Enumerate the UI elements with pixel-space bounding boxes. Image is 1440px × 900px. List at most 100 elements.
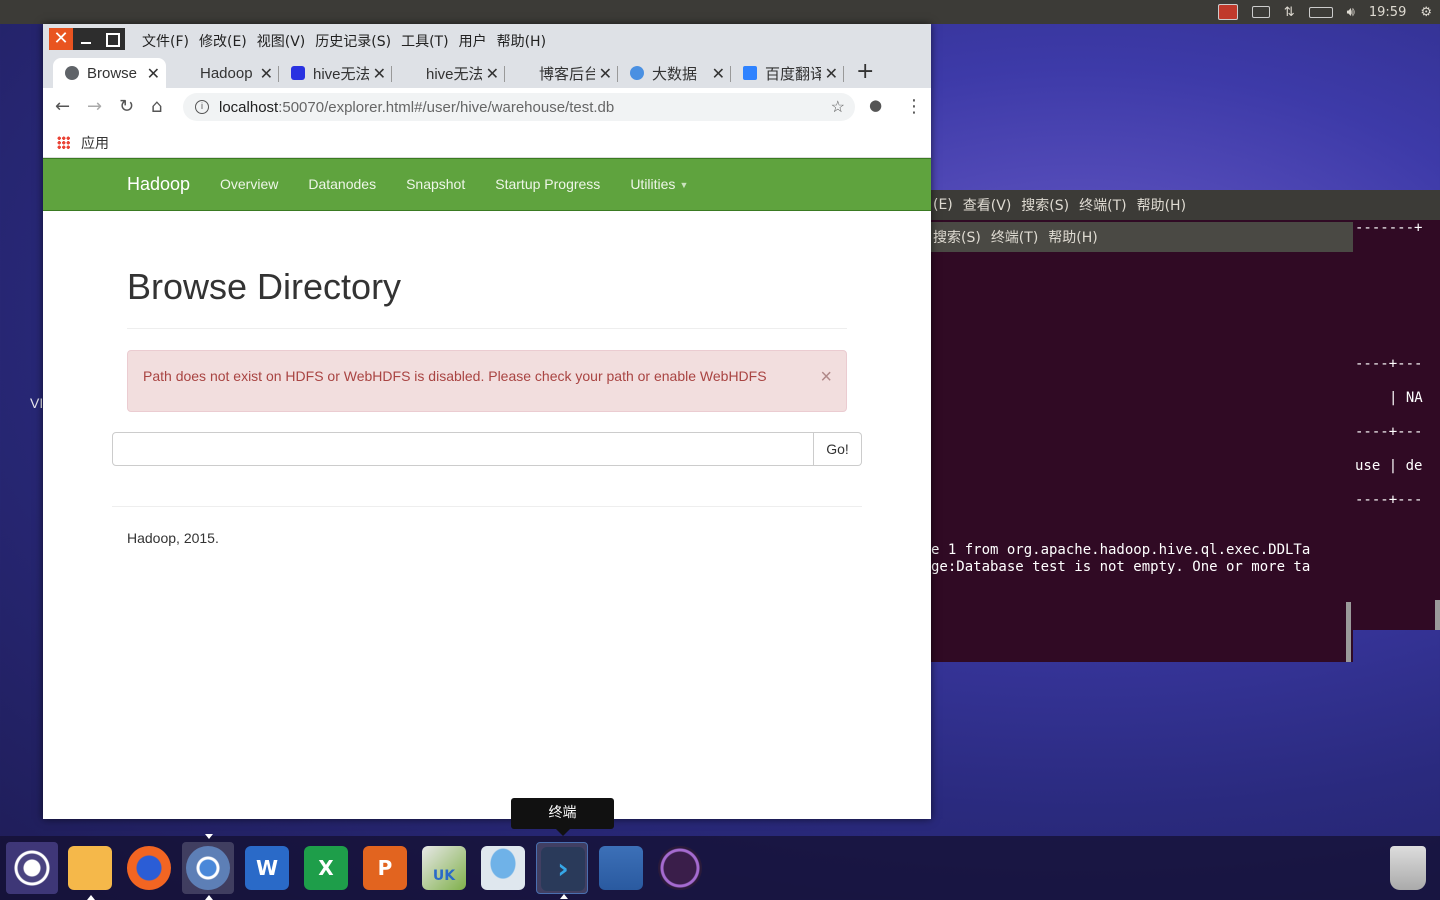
terminal-line: ----+--- <box>1355 492 1423 508</box>
page-title: Browse Directory <box>127 266 402 307</box>
chromium-icon <box>186 846 230 890</box>
wps-writer-launcher[interactable]: W <box>241 842 293 894</box>
divider <box>112 506 862 507</box>
volume-icon[interactable]: 🔊︎ <box>1347 5 1355 20</box>
menu-history[interactable]: 历史记录(S) <box>315 31 391 51</box>
record-icon[interactable] <box>1217 4 1238 20</box>
loading-icon <box>178 66 192 80</box>
menu-file[interactable]: 文件(F) <box>142 31 189 51</box>
wps-spreadsheets-launcher[interactable]: X <box>300 842 352 894</box>
ubuntu-logo-launcher[interactable] <box>6 842 58 894</box>
apps-bookmark[interactable]: 应用 <box>81 133 109 153</box>
camera-icon <box>481 846 525 890</box>
new-tab-icon[interactable]: + <box>856 59 874 84</box>
clock[interactable]: 19:59 <box>1369 5 1406 20</box>
terminal-line: ge:Database test is not empty. One or mo… <box>931 559 1311 575</box>
tab-label: hive无法 <box>313 65 369 83</box>
tab-close-icon[interactable]: ✕ <box>373 64 386 83</box>
reload-icon[interactable]: ↻ <box>119 96 134 117</box>
terminal-scrollbar[interactable] <box>1435 600 1440 630</box>
browser-window: ✕ 文件(F) 修改(E) 视图(V) 历史记录(S) 工具(T) 用户 帮助(… <box>43 24 931 819</box>
menu-item[interactable]: 帮助(H) <box>1137 195 1186 215</box>
path-input[interactable] <box>112 432 814 466</box>
settings-gear-icon[interactable]: ⚙ <box>1420 5 1432 20</box>
page-footer: Hadoop, 2015. <box>127 530 219 546</box>
menu-item[interactable]: (E) <box>933 197 953 213</box>
screenshot-launcher[interactable] <box>477 842 529 894</box>
menu-item[interactable]: 终端(T) <box>991 227 1038 247</box>
wps-presentation-launcher[interactable]: P <box>359 842 411 894</box>
menu-help[interactable]: 帮助(H) <box>497 31 546 51</box>
nav-snapshot[interactable]: Snapshot <box>406 176 465 192</box>
apps-grid-icon[interactable] <box>57 136 70 149</box>
tab-close-icon[interactable]: ✕ <box>712 64 725 83</box>
tab-hive-1[interactable]: hive无法 ✕ <box>279 58 392 88</box>
more-menu-icon[interactable]: ⋮ <box>905 96 923 117</box>
network-icon[interactable]: ⇅ <box>1284 5 1295 20</box>
trash-launcher[interactable] <box>1382 842 1434 894</box>
back-arrow-icon[interactable]: ← <box>55 96 70 117</box>
browser-titlebar: ✕ 文件(F) 修改(E) 视图(V) 历史记录(S) 工具(T) 用户 帮助(… <box>43 24 931 56</box>
home-icon[interactable]: ⌂ <box>151 96 162 117</box>
terminal-menubar: (E) 查看(V) 搜索(S) 终端(T) 帮助(H) <box>931 190 1440 220</box>
dock-tooltip: 终端 <box>511 798 614 836</box>
tab-label: 百度翻译 <box>765 65 821 83</box>
tab-browse[interactable]: Browse ✕ <box>53 58 166 88</box>
workspace-switcher-launcher[interactable] <box>595 842 647 894</box>
tab-close-icon[interactable]: ✕ <box>486 64 499 83</box>
tab-close-icon[interactable]: ✕ <box>825 64 838 83</box>
nav-datanodes[interactable]: Datanodes <box>308 176 376 192</box>
info-icon[interactable]: i <box>195 100 209 114</box>
disk-burner-launcher[interactable] <box>654 842 706 894</box>
nav-overview[interactable]: Overview <box>220 176 278 192</box>
spreadsheet-icon: X <box>304 846 348 890</box>
files-launcher[interactable] <box>64 842 116 900</box>
running-indicator-icon <box>87 895 95 900</box>
tab-hadoop[interactable]: Hadoop ✕ <box>166 58 279 88</box>
software-store-launcher[interactable]: UK <box>418 842 470 894</box>
address-bar[interactable]: i localhost:50070/explorer.html#/user/hi… <box>183 93 855 121</box>
tab-close-icon[interactable]: ✕ <box>260 64 273 83</box>
nav-startup-progress[interactable]: Startup Progress <box>495 176 600 192</box>
tab-close-icon[interactable]: ✕ <box>147 64 160 83</box>
chromium-launcher[interactable] <box>182 834 234 900</box>
alert-message: Path does not exist on HDFS or WebHDFS i… <box>143 368 767 384</box>
terminal-window-front[interactable]: 搜索(S) 终端(T) 帮助(H) e 1 from org.apache.ha… <box>931 222 1353 662</box>
keyboard-icon[interactable] <box>1251 6 1270 18</box>
divider <box>127 328 847 329</box>
forward-arrow-icon[interactable]: → <box>87 96 102 117</box>
terminal-menubar: 搜索(S) 终端(T) 帮助(H) <box>931 222 1353 252</box>
path-search-group: Go! <box>112 432 862 466</box>
menu-user[interactable]: 用户 <box>459 31 487 51</box>
window-maximize-button[interactable] <box>99 28 125 50</box>
menu-item[interactable]: 搜索(S) <box>933 227 981 247</box>
hadoop-page: Hadoop Overview Datanodes Snapshot Start… <box>43 158 931 819</box>
tab-bigdata[interactable]: 大数据 ✕ <box>618 58 731 88</box>
firefox-launcher[interactable] <box>123 842 175 894</box>
window-close-button[interactable]: ✕ <box>49 28 73 50</box>
menu-view[interactable]: 视图(V) <box>257 31 306 51</box>
tab-blog[interactable]: 博客后台 ✕ <box>505 58 618 88</box>
store-bag-icon: UK <box>422 846 466 890</box>
menu-item[interactable]: 终端(T) <box>1079 195 1126 215</box>
tab-close-icon[interactable]: ✕ <box>599 64 612 83</box>
alert-close-icon[interactable]: × <box>820 366 832 389</box>
bookmark-star-icon[interactable]: ☆ <box>831 97 845 117</box>
tab-hive-2[interactable]: hive无法 ✕ <box>392 58 505 88</box>
running-indicator-icon <box>560 894 568 899</box>
window-minimize-button[interactable] <box>73 28 99 50</box>
menu-item[interactable]: 帮助(H) <box>1048 227 1097 247</box>
menu-tools[interactable]: 工具(T) <box>401 31 448 51</box>
terminal-launcher[interactable]: › <box>536 842 588 899</box>
profile-icon[interactable]: ● <box>869 96 882 114</box>
menu-item[interactable]: 搜索(S) <box>1021 195 1069 215</box>
browser-toolbar: ← → ↻ ⌂ i localhost:50070/explorer.html#… <box>43 88 931 126</box>
nav-utilities-dropdown[interactable]: Utilities ▼ <box>630 176 688 192</box>
battery-icon[interactable] <box>1308 6 1333 18</box>
menu-item[interactable]: 查看(V) <box>963 195 1012 215</box>
menu-edit[interactable]: 修改(E) <box>199 31 247 51</box>
terminal-scrollbar[interactable] <box>1346 602 1351 662</box>
go-button[interactable]: Go! <box>814 432 862 466</box>
navbar-brand[interactable]: Hadoop <box>127 174 190 195</box>
tab-baidu-translate[interactable]: 百度翻译 ✕ <box>731 58 844 88</box>
